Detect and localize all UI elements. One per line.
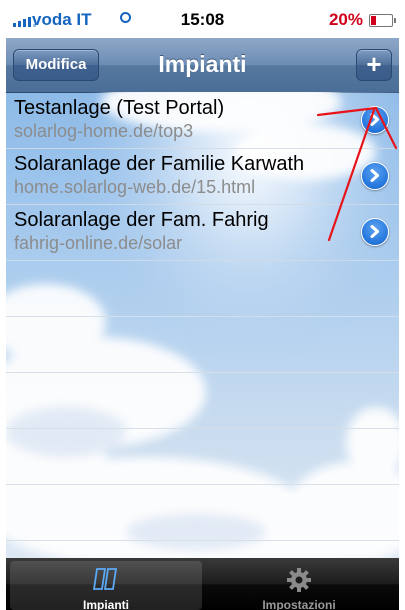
tab-label: Impianti	[82, 598, 129, 610]
list-item-subtitle: solarlog-home.de/top3	[14, 121, 194, 141]
row-separator	[6, 316, 399, 317]
tab-impostazioni[interactable]: Impostazioni	[203, 561, 395, 610]
row-separator	[6, 484, 399, 485]
gear-icon	[287, 568, 311, 592]
list-item-title: Testanlage (Test Portal)	[14, 97, 225, 119]
list-item-subtitle: home.solarlog-web.de/15.html	[14, 177, 256, 197]
detail-disclosure-icon[interactable]	[361, 162, 389, 190]
row-separator	[6, 540, 399, 541]
phone-screen: voda IT 15:08 20% Modifica Impianti + Te…	[6, 0, 399, 610]
detail-disclosure-icon[interactable]	[361, 218, 389, 246]
plant-list: Testanlage (Test Portal) solarlog-home.d…	[6, 92, 399, 558]
list-item-title: Solaranlage der Fam. Fahrig	[14, 209, 269, 231]
battery-percent: 20%	[328, 10, 363, 29]
battery-icon	[369, 14, 396, 27]
add-button[interactable]: +	[356, 49, 392, 81]
page-title: Impianti	[158, 51, 247, 77]
list-item-title: Solaranlage der Familie Karwath	[14, 153, 305, 175]
status-bar: voda IT 15:08 20%	[6, 0, 399, 38]
panels-icon	[92, 568, 118, 590]
list-item-subtitle: fahrig-online.de/solar	[14, 233, 183, 253]
detail-disclosure-icon[interactable]	[361, 106, 389, 134]
row-separator	[6, 428, 399, 429]
tab-label: Impostazioni	[262, 598, 336, 610]
tab-impianti[interactable]: Impianti	[10, 561, 202, 610]
navigation-bar: Modifica Impianti +	[6, 38, 399, 93]
list-item[interactable]: Testanlage (Test Portal) solarlog-home.d…	[6, 92, 399, 149]
list-item[interactable]: Solaranlage der Familie Karwath home.sol…	[6, 148, 399, 205]
list-item[interactable]: Solaranlage der Fam. Fahrig fahrig-onlin…	[6, 204, 399, 261]
tab-bar: Impianti Impostazioni	[6, 558, 399, 610]
row-separator	[6, 372, 399, 373]
